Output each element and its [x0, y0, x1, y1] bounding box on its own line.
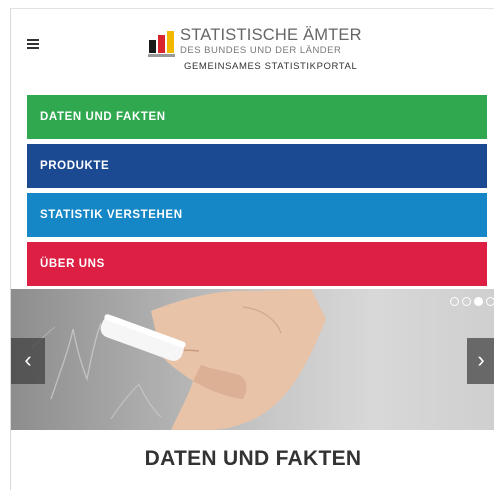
slider-dot-active[interactable] — [474, 297, 483, 306]
slider-dot[interactable] — [486, 297, 494, 306]
logo-tagline: GEMEINSAMES STATISTIKPORTAL — [184, 61, 358, 72]
image-slider: ‹ › — [11, 289, 494, 430]
logo-subtitle: DES BUNDES UND DER LÄNDER — [180, 45, 342, 56]
logo-bars-icon — [148, 31, 178, 53]
page-frame: STATISTISCHE ÄMTER DES BUNDES UND DER LÄ… — [10, 8, 494, 490]
nav-item-produkte[interactable]: PRODUKTE — [27, 144, 487, 188]
chevron-right-icon[interactable]: › — [467, 338, 494, 384]
nav-item-ueber-uns[interactable]: ÜBER UNS — [27, 242, 487, 286]
section-heading: DATEN UND FAKTEN — [144, 447, 362, 470]
nav-item-statistik-verstehen[interactable]: STATISTIK VERSTEHEN — [27, 193, 487, 237]
slide-image — [30, 289, 326, 430]
nav-item-daten-und-fakten[interactable]: DATEN UND FAKTEN — [27, 95, 487, 139]
menu-icon[interactable] — [27, 39, 39, 49]
logo-title: STATISTISCHE ÄMTER — [180, 26, 362, 44]
chevron-left-icon[interactable]: ‹ — [11, 338, 45, 384]
slider-dot[interactable] — [450, 297, 459, 306]
slider-dot[interactable] — [462, 297, 471, 306]
logo-underline — [148, 54, 175, 57]
site-logo[interactable]: STATISTISCHE ÄMTER DES BUNDES UND DER LÄ… — [148, 26, 388, 74]
site-header: STATISTISCHE ÄMTER DES BUNDES UND DER LÄ… — [11, 9, 494, 95]
slider-dots — [450, 297, 494, 306]
